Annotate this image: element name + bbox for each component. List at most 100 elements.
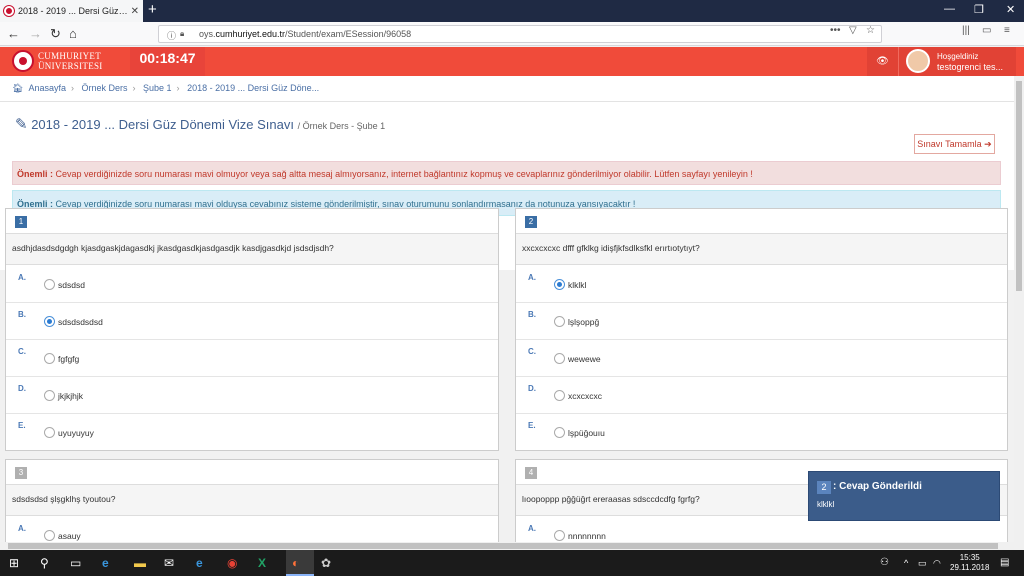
back-icon[interactable]: ←	[7, 26, 20, 42]
internet-explorer-icon[interactable]: e	[196, 556, 203, 570]
question-text: asdhjdasdsdgdgh kjasdgaskjdagasdkj jkasd…	[6, 233, 498, 265]
address-bar[interactable]: ⓘ 🔒︎ oys.cumhuriyet.edu.tr/Student/exam/…	[158, 25, 882, 43]
breadcrumb-exam[interactable]: 2018 - 2019 ... Dersi Güz Döne...	[187, 83, 319, 93]
finish-exam-button[interactable]: Sınavı Tamamla ➔	[914, 134, 995, 154]
scrollbar-thumb[interactable]	[8, 543, 998, 549]
answer-option[interactable]: C. fgfgfg	[6, 340, 498, 377]
search-icon[interactable]: ⚲	[40, 556, 49, 570]
answer-option[interactable]: A. asauy	[6, 517, 498, 542]
breadcrumb-course[interactable]: Örnek Ders	[81, 83, 127, 93]
question-card: 1 asdhjdasdsdgdgh kjasdgaskjdagasdkj jka…	[5, 208, 499, 451]
option-letter: A.	[18, 273, 26, 282]
clock-date: 29.11.2018	[950, 563, 990, 572]
reload-icon[interactable]: ↻	[50, 26, 61, 42]
breadcrumb-section[interactable]: Şube 1	[143, 83, 172, 93]
browser-tab-bar: 2018 - 2019 ... Dersi Güz Dönem ✕ + — ❐ …	[0, 0, 1024, 22]
breadcrumb-home[interactable]: Anasayfa	[28, 83, 66, 93]
answer-option[interactable]: D. xcxcxcxc	[516, 377, 1007, 414]
chrome-icon[interactable]: ◉	[227, 556, 237, 570]
close-tab-icon[interactable]: ✕	[131, 6, 139, 17]
username: testogrenci tes...	[937, 62, 1004, 72]
tray-chevron-icon[interactable]: ^	[904, 556, 908, 570]
user-menu[interactable]: Hoşgeldiniz testogrenci tes...	[898, 47, 1016, 76]
mail-icon[interactable]: ✉	[164, 556, 174, 570]
app-icon[interactable]: ✿	[321, 556, 331, 570]
scrollbar-thumb[interactable]	[1016, 81, 1022, 291]
browser-tab[interactable]: 2018 - 2019 ... Dersi Güz Dönem ✕	[0, 0, 143, 22]
bookmark-star-icon[interactable]: ☆	[866, 25, 875, 36]
menu-icon[interactable]: ≡	[1004, 25, 1010, 36]
close-window-icon[interactable]: ✕	[1006, 3, 1015, 16]
option-radio[interactable]	[554, 316, 565, 327]
option-radio[interactable]	[554, 353, 565, 364]
eye-icon[interactable]: 👁︎	[867, 47, 898, 76]
answer-option[interactable]: C. wewewe	[516, 340, 1007, 377]
library-icon[interactable]: |||	[962, 25, 970, 36]
option-letter: C.	[528, 347, 536, 356]
new-tab-icon[interactable]: +	[148, 2, 157, 18]
answer-option[interactable]: D. jkjkjhjk	[6, 377, 498, 414]
toast-question-number: 2	[817, 481, 831, 494]
file-explorer-icon[interactable]: ▬	[134, 556, 146, 570]
edit-icon: ✎	[15, 116, 28, 133]
page-actions-icon[interactable]: •••	[830, 25, 841, 36]
answer-option[interactable]: A. klklkl	[516, 266, 1007, 303]
url-prefix: oys.	[199, 29, 216, 39]
people-icon[interactable]: ⚇	[880, 556, 889, 570]
university-name[interactable]: CUMHURIYET ÜNIVERSITESI	[38, 51, 103, 71]
vertical-scrollbar[interactable]	[1014, 76, 1024, 542]
system-clock[interactable]: 15:35 29.11.2018	[950, 553, 989, 573]
network-icon[interactable]: ◠	[933, 556, 941, 570]
firefox-taskbar-button[interactable]	[286, 550, 314, 576]
option-text: uyuyuyuy	[58, 428, 94, 438]
breadcrumb-separator: ›	[132, 83, 136, 93]
option-radio[interactable]	[554, 279, 565, 290]
answer-option[interactable]: A. sdsdsd	[6, 266, 498, 303]
answer-option[interactable]: E. lşpüğouıu	[516, 414, 1007, 451]
option-text: wewewe	[568, 354, 601, 364]
option-radio[interactable]	[44, 427, 55, 438]
home-icon[interactable]: 🏠︎	[12, 83, 23, 93]
option-text: asauy	[58, 531, 81, 541]
question-card: 2 xxcxcxcxc dfff gfklkg idişfjkfsdlksfkl…	[515, 208, 1008, 451]
exam-timer: 00:18:47	[130, 47, 205, 76]
edge-icon[interactable]: e	[102, 556, 109, 570]
firefox-icon[interactable]: ◐	[292, 556, 299, 570]
option-radio[interactable]	[44, 530, 55, 541]
pocket-icon[interactable]: ▽	[849, 25, 857, 36]
answer-option[interactable]: E. uyuyuyuy	[6, 414, 498, 451]
sidebar-icon[interactable]: ▭	[982, 25, 991, 36]
warning-alert-text: Cevap verdiğinizde soru numarası mavi ol…	[55, 169, 753, 179]
restore-icon[interactable]: ❐	[974, 3, 984, 16]
horizontal-scrollbar[interactable]	[0, 542, 1024, 550]
task-view-icon[interactable]: ▭	[70, 556, 81, 570]
question-number-badge: 1	[15, 216, 27, 228]
battery-icon[interactable]: ▭	[918, 556, 927, 570]
option-radio[interactable]	[554, 427, 565, 438]
question-text: xxcxcxcxc dfff gfklkg idişfjkfsdlksfkl e…	[516, 233, 1007, 265]
option-text: lşpüğouıu	[568, 428, 605, 438]
windows-start-icon[interactable]: ⊞	[9, 556, 19, 570]
arrow-right-icon: ➔	[984, 139, 992, 149]
answer-sent-toast[interactable]: 2 : Cevap Gönderildi klklkl	[808, 471, 1000, 521]
excel-icon[interactable]: X	[258, 556, 266, 570]
forward-icon[interactable]: →	[29, 26, 42, 42]
info-icon[interactable]: ⓘ	[167, 29, 176, 42]
answer-option[interactable]: B. lşlşoppğ	[516, 303, 1007, 340]
home-icon[interactable]: ⌂	[69, 26, 77, 42]
option-radio[interactable]	[44, 353, 55, 364]
option-radio[interactable]	[44, 279, 55, 290]
option-radio[interactable]	[554, 390, 565, 401]
option-radio[interactable]	[44, 390, 55, 401]
option-letter: E.	[18, 421, 26, 430]
browser-nav-bar: ← → ↻ ⌂ ⓘ 🔒︎ oys.cumhuriyet.edu.tr/Stude…	[0, 22, 1024, 46]
option-radio[interactable]	[554, 530, 565, 541]
notifications-icon[interactable]: ▤	[1000, 556, 1009, 570]
warning-alert-label: Önemli :	[17, 169, 54, 179]
answer-option[interactable]: B. sdsdsdsdsd	[6, 303, 498, 340]
minimize-icon[interactable]: —	[944, 3, 955, 15]
page-title: ✎ 2018 - 2019 ... Dersi Güz Dönemi Vize …	[15, 115, 385, 133]
taskbar: ⊞ ⚲ ▭ e ▬ ✉ e ◉ X ◐ ✿ ⚇ ^ ▭ ◠ 15:35 29.1…	[0, 550, 1024, 576]
option-radio[interactable]	[44, 316, 55, 327]
university-logo[interactable]	[12, 50, 34, 72]
